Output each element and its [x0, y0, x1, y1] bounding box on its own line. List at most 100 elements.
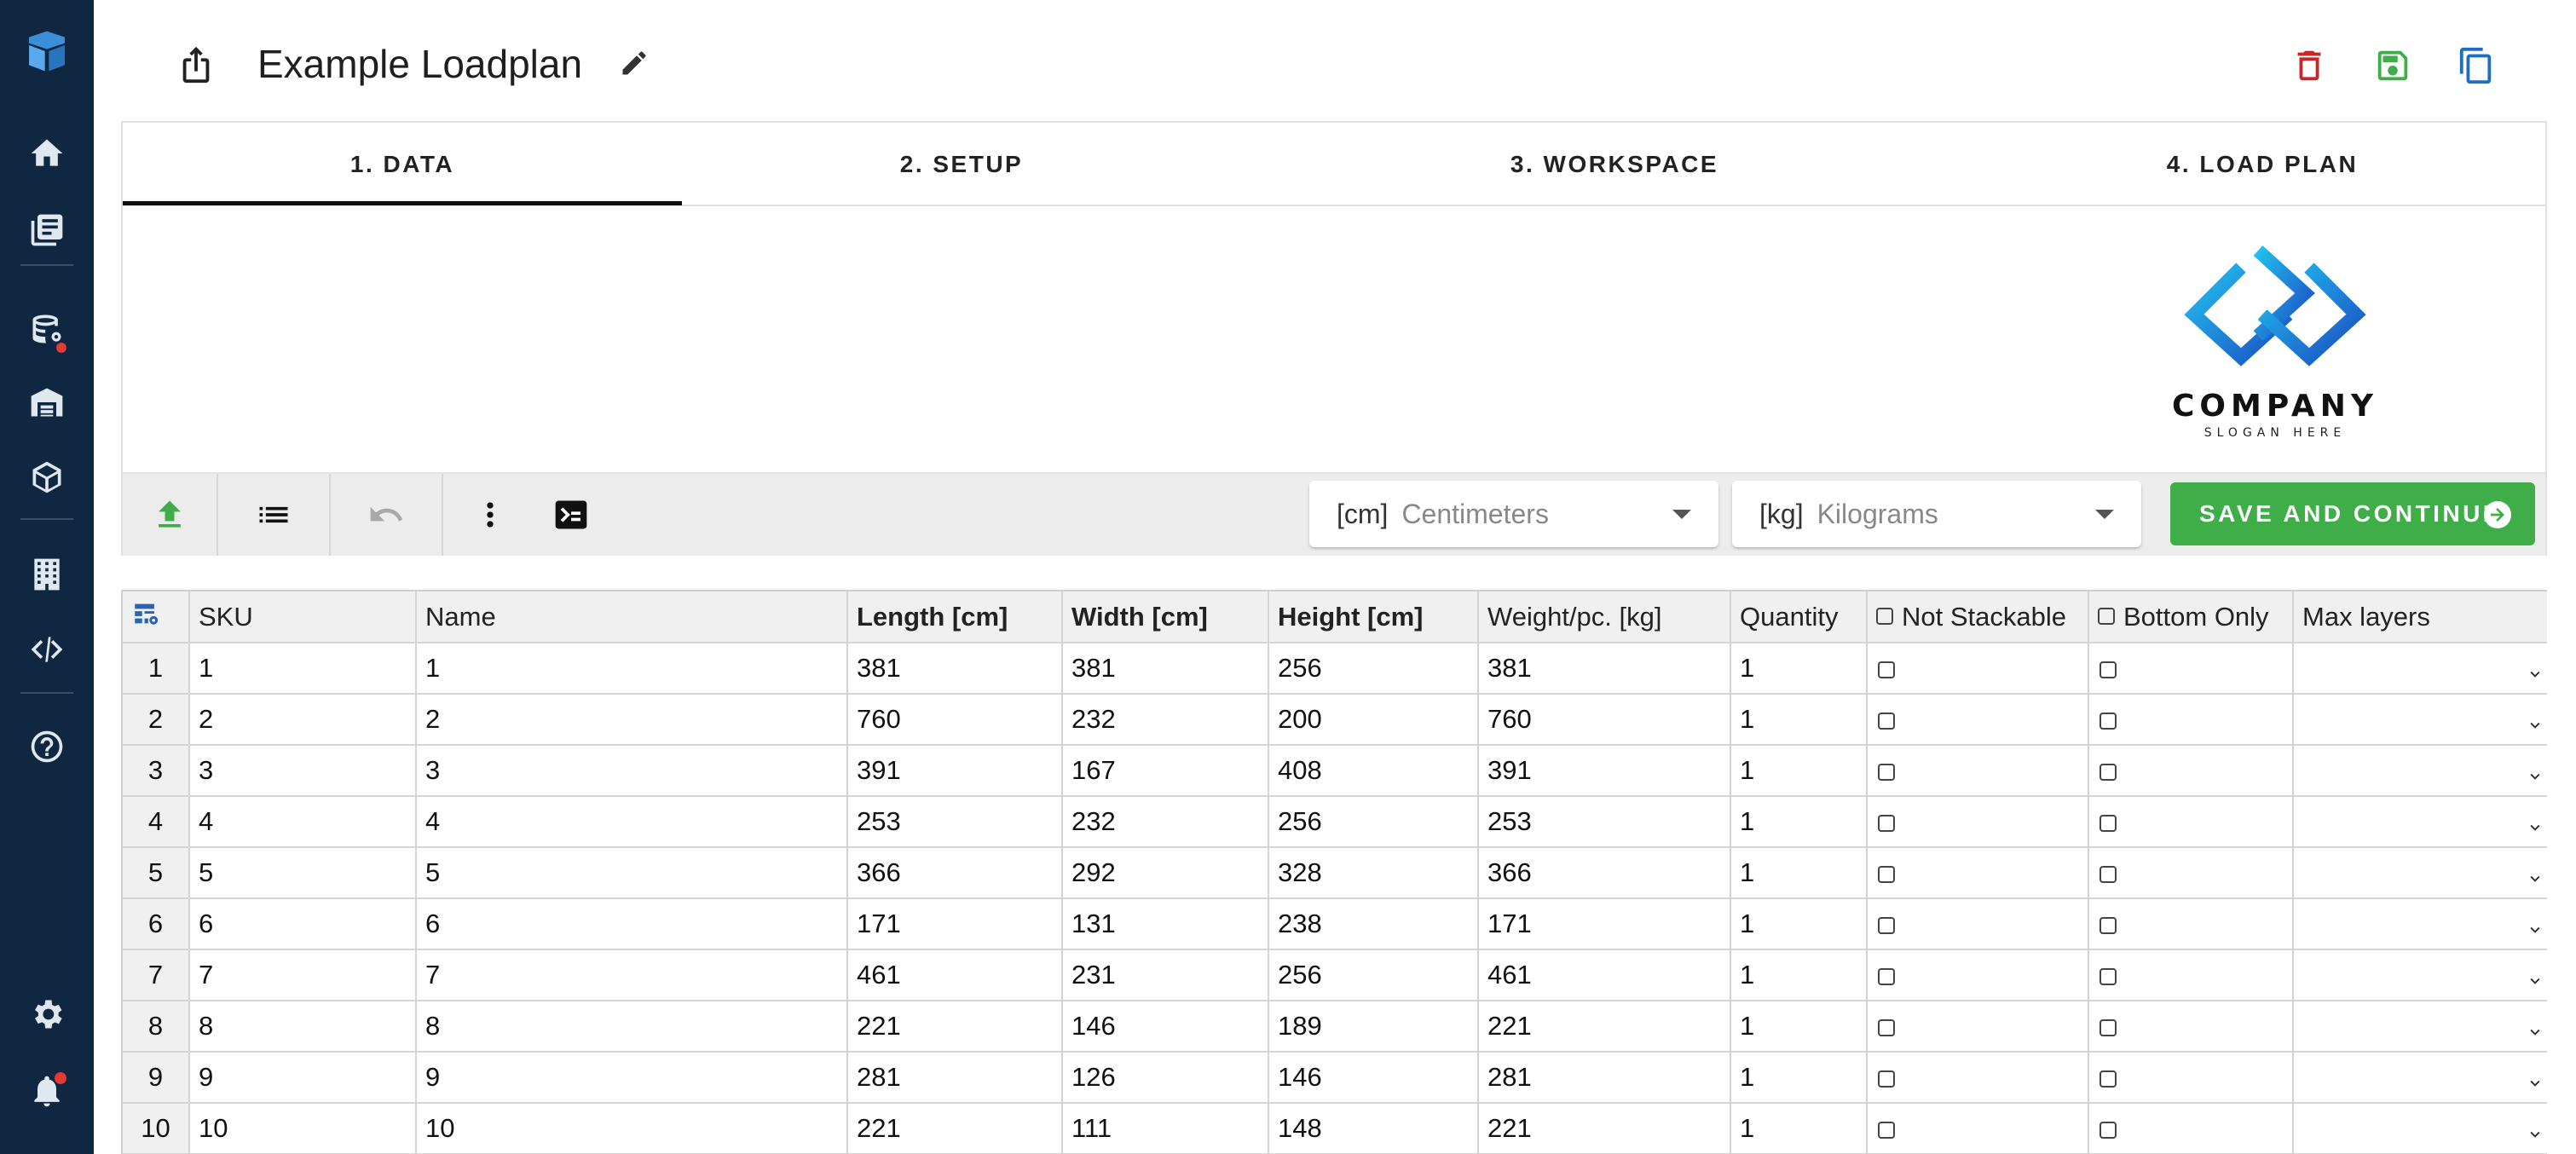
cell-sku[interactable]: 2 [189, 694, 417, 746]
code-icon[interactable] [0, 615, 94, 684]
cell-sku[interactable]: 5 [189, 847, 417, 899]
cell-weight[interactable]: 366 [1478, 847, 1731, 899]
column-list-button[interactable] [218, 474, 329, 556]
column-header-weight[interactable]: Weight/pc. [kg] [1478, 591, 1731, 643]
cell-width[interactable]: 232 [1062, 796, 1269, 848]
cell-quantity[interactable]: 1 [1730, 898, 1868, 950]
chevron-down-icon[interactable] [2526, 1018, 2543, 1036]
cell-width[interactable]: 126 [1062, 1052, 1269, 1104]
weight-unit-select[interactable]: [kg] Kilograms [1732, 481, 2141, 547]
cell-height[interactable]: 256 [1268, 796, 1479, 848]
row-number[interactable]: 10 [123, 1103, 190, 1154]
not-stackable-checkbox[interactable] [1878, 661, 1895, 678]
tab-workspace[interactable]: 3. WORKSPACE [1333, 123, 1896, 206]
chevron-down-icon[interactable] [2526, 915, 2543, 933]
cell-sku[interactable]: 4 [189, 796, 417, 848]
duplicate-button[interactable] [2455, 44, 2498, 87]
cell-name[interactable]: 2 [416, 694, 848, 746]
cell-weight[interactable]: 381 [1478, 643, 1731, 695]
notifications-bell-icon[interactable] [0, 1057, 94, 1125]
cell-length[interactable]: 366 [847, 847, 1063, 899]
cell-name[interactable]: 8 [416, 1001, 848, 1053]
cell-max-layers[interactable] [2293, 949, 2547, 1001]
cell-weight[interactable]: 221 [1478, 1001, 1731, 1053]
cell-width[interactable]: 111 [1062, 1103, 1269, 1154]
cell-width[interactable]: 167 [1062, 745, 1269, 797]
cell-quantity[interactable]: 1 [1730, 949, 1868, 1001]
chevron-down-icon[interactable] [2526, 711, 2543, 729]
settings-gear-icon[interactable] [0, 980, 94, 1048]
cell-quantity[interactable]: 1 [1730, 1001, 1868, 1053]
bottom-only-checkbox[interactable] [2099, 814, 2117, 832]
cell-length[interactable]: 221 [847, 1103, 1063, 1154]
cell-weight[interactable]: 281 [1478, 1052, 1731, 1104]
cell-width[interactable]: 131 [1062, 898, 1269, 950]
cell-max-layers[interactable] [2293, 694, 2547, 746]
row-number[interactable]: 5 [123, 847, 190, 899]
column-header-not-stackable[interactable]: Not Stackable [1867, 591, 2089, 643]
not-stackable-checkbox[interactable] [1878, 967, 1895, 985]
chevron-down-icon[interactable] [2526, 864, 2543, 882]
column-header-quantity[interactable]: Quantity [1730, 591, 1868, 643]
bottom-only-checkbox[interactable] [2099, 916, 2117, 934]
cell-max-layers[interactable] [2293, 898, 2547, 950]
cell-name[interactable]: 4 [416, 796, 848, 848]
cell-height[interactable]: 408 [1268, 745, 1479, 797]
cell-weight[interactable]: 171 [1478, 898, 1731, 950]
cell-length[interactable]: 760 [847, 694, 1063, 746]
documents-icon[interactable] [0, 196, 94, 264]
row-number[interactable]: 6 [123, 898, 190, 950]
row-number[interactable]: 9 [123, 1052, 190, 1104]
cell-length[interactable]: 461 [847, 949, 1063, 1001]
cell-max-layers[interactable] [2293, 847, 2547, 899]
row-number[interactable]: 2 [123, 694, 190, 746]
cell-width[interactable]: 381 [1062, 643, 1269, 695]
not-stackable-checkbox[interactable] [1878, 1018, 1895, 1036]
column-settings-corner[interactable] [123, 591, 190, 643]
not-stackable-checkbox[interactable] [1878, 1121, 1895, 1139]
tab-load-plan[interactable]: 4. LOAD PLAN [1981, 123, 2544, 206]
cell-sku[interactable]: 1 [189, 643, 417, 695]
bottom-only-checkbox[interactable] [2099, 865, 2117, 883]
length-unit-select[interactable]: [cm] Centimeters [1309, 481, 1718, 547]
not-stackable-checkbox[interactable] [1878, 916, 1895, 934]
row-number[interactable]: 4 [123, 796, 190, 848]
row-number[interactable]: 1 [123, 643, 190, 695]
cell-name[interactable]: 7 [416, 949, 848, 1001]
cell-max-layers[interactable] [2293, 796, 2547, 848]
cell-sku[interactable]: 8 [189, 1001, 417, 1053]
home-icon[interactable] [0, 119, 94, 188]
chevron-down-icon[interactable] [2526, 660, 2543, 678]
cell-length[interactable]: 381 [847, 643, 1063, 695]
building-icon[interactable] [0, 540, 94, 609]
cell-max-layers[interactable] [2293, 1001, 2547, 1053]
row-number[interactable]: 8 [123, 1001, 190, 1053]
bottom-only-checkbox[interactable] [2099, 1018, 2117, 1036]
cell-weight[interactable]: 461 [1478, 949, 1731, 1001]
chevron-down-icon[interactable] [2526, 762, 2543, 780]
cell-quantity[interactable]: 1 [1730, 796, 1868, 848]
column-header-length[interactable]: Length [cm] [847, 591, 1063, 643]
cell-name[interactable]: 5 [416, 847, 848, 899]
cell-weight[interactable]: 391 [1478, 745, 1731, 797]
column-header-name[interactable]: Name [416, 591, 848, 643]
column-header-width[interactable]: Width [cm] [1062, 591, 1269, 643]
cell-name[interactable]: 3 [416, 745, 848, 797]
bottom-only-checkbox[interactable] [2099, 1070, 2117, 1088]
cell-height[interactable]: 256 [1268, 643, 1479, 695]
cell-quantity[interactable]: 1 [1730, 847, 1868, 899]
cell-weight[interactable]: 253 [1478, 796, 1731, 848]
chevron-down-icon[interactable] [2526, 1069, 2543, 1087]
bottom-only-checkbox[interactable] [2099, 661, 2117, 678]
cell-height[interactable]: 146 [1268, 1052, 1479, 1104]
cell-max-layers[interactable] [2293, 643, 2547, 695]
cell-weight[interactable]: 221 [1478, 1103, 1731, 1154]
cell-max-layers[interactable] [2293, 745, 2547, 797]
app-logo-icon[interactable] [0, 17, 94, 85]
not-stackable-checkbox[interactable] [1878, 814, 1895, 832]
chevron-down-icon[interactable] [2526, 1120, 2543, 1138]
cell-length[interactable]: 221 [847, 1001, 1063, 1053]
box-icon[interactable] [0, 443, 94, 511]
cell-weight[interactable]: 760 [1478, 694, 1731, 746]
not-stackable-checkbox[interactable] [1878, 1070, 1895, 1088]
